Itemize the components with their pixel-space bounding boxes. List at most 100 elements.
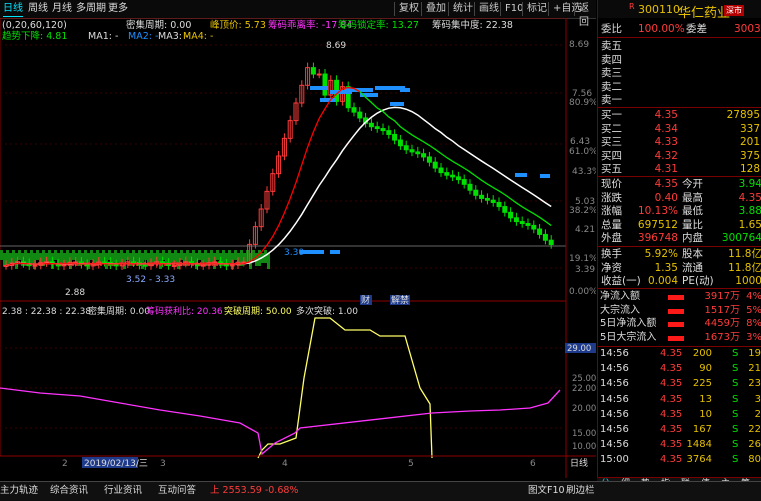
flow-label: 大宗流入 xyxy=(600,304,640,316)
fuquan-button[interactable]: 复权 xyxy=(394,2,419,16)
quote-row: 外盘 396748 内盘 300764 xyxy=(598,231,761,245)
sell-row: 卖二 xyxy=(598,80,761,94)
candle-body xyxy=(542,233,548,241)
quote-row: 总量 697512 量比 1.65 xyxy=(598,218,761,232)
overlay-button[interactable]: 叠加 xyxy=(421,2,446,16)
buy-price[interactable]: 4.32 xyxy=(655,149,678,163)
cai-marker[interactable]: 财 xyxy=(361,294,370,306)
candle-body xyxy=(32,264,38,267)
chip-bar xyxy=(12,250,15,263)
tab-more[interactable]: 更多 xyxy=(108,2,128,16)
candle-body xyxy=(386,130,392,135)
wei-cha-value: 30037 xyxy=(734,23,761,35)
chip-bar xyxy=(18,250,21,260)
candle-body xyxy=(415,151,421,155)
flow-row: 5日大宗流入 1673万 3% xyxy=(598,331,761,345)
candle-body xyxy=(73,261,79,264)
wei-bi-value: 100.00% xyxy=(638,23,685,35)
sell-label: 卖三 xyxy=(601,67,622,79)
back-button[interactable]: 返回 xyxy=(574,2,596,28)
ma-green-line xyxy=(342,86,552,227)
candle-body xyxy=(212,261,218,264)
buy-volume: 201 xyxy=(739,136,760,148)
status-item-main-track[interactable]: 主力轨迹 xyxy=(0,484,38,498)
trade-volume: 90 xyxy=(699,363,712,375)
flow-pct: 4% xyxy=(746,291,761,302)
quote-label: 最低 xyxy=(682,205,703,218)
stat-label: 换手 xyxy=(601,248,622,260)
trade-side: S xyxy=(732,348,739,359)
trade-row: 15:00 4.35 3764 S 80 xyxy=(598,454,761,467)
quote-label: 外盘 xyxy=(601,232,622,245)
blue-chip-bar xyxy=(330,250,340,254)
refresh-sidebar-button[interactable]: 刷边栏 xyxy=(566,484,595,498)
trade-time: 14:56 xyxy=(600,424,629,435)
candle-body xyxy=(450,174,456,178)
quote-panel: R 300110 华仁药业 深市 委比 100.00% 委差 30037 卖五卖… xyxy=(597,0,761,478)
stock-code: 300110 xyxy=(638,3,680,16)
quote-label: 涨跌 xyxy=(601,191,622,204)
buy-row: 买三 4.33 201 xyxy=(598,135,761,149)
tab-daily[interactable]: 日线 xyxy=(3,2,23,17)
trade-side: S xyxy=(732,439,739,451)
high-label: 8.69 xyxy=(326,41,346,51)
candle-body xyxy=(461,179,467,185)
trade-price: 4.35 xyxy=(660,439,683,451)
lower-axis-tick: 10.00 xyxy=(572,442,596,452)
buy-row: 买五 4.31 128 xyxy=(598,162,761,176)
flow-pct: 3% xyxy=(746,331,761,343)
wei-cha-label: 委差 xyxy=(686,23,707,35)
candle-body xyxy=(200,264,206,267)
lower-dense-period: 密集周期: 0.00 xyxy=(88,305,150,317)
wei-bi-row: 委比 100.00% 委差 30037 xyxy=(598,22,761,36)
quote-row: 涨跌 0.40 最高 4.35 xyxy=(598,191,761,205)
candle-body xyxy=(467,183,473,191)
lower-axis-tick: 20.00 xyxy=(572,404,596,414)
status-item-industry[interactable]: 行业资讯 xyxy=(104,484,142,498)
status-item-news[interactable]: 综合资讯 xyxy=(50,484,88,498)
stock-title-bar: R 300110 华仁药业 深市 xyxy=(598,0,761,21)
period-label[interactable]: 日线 xyxy=(570,457,588,469)
trade-count: 19 xyxy=(748,348,761,359)
lower-axis-tick: 15.00 xyxy=(572,429,596,439)
tab-monthly[interactable]: 月线 xyxy=(52,2,72,16)
trade-count: 80 xyxy=(748,454,761,466)
kline-chart[interactable]: 8.69 7.56 80.9% 6.43 61.0% 43.3% 5.03 38… xyxy=(0,18,596,478)
trade-volume: 225 xyxy=(692,378,712,390)
tab-multi-period[interactable]: 多周期 xyxy=(76,2,106,16)
buy-price[interactable]: 4.31 xyxy=(655,162,678,176)
trade-price: 4.35 xyxy=(660,424,683,435)
trade-time: 14:56 xyxy=(600,378,629,390)
xaxis-tick: 6 xyxy=(530,459,536,469)
status-item-qa[interactable]: 互动问答 xyxy=(158,484,196,498)
candle-body xyxy=(113,264,119,267)
buy-price[interactable]: 4.35 xyxy=(655,108,678,122)
trade-side: S xyxy=(732,378,739,390)
buy-price[interactable]: 4.33 xyxy=(655,135,678,149)
candle-body xyxy=(473,189,479,196)
quote-value: 1.65 xyxy=(738,218,761,231)
quote-label: 现价 xyxy=(601,178,622,190)
draw-line-button[interactable]: 画线 xyxy=(474,2,499,16)
wei-bi-label: 委比 xyxy=(601,23,622,35)
candle-body xyxy=(508,211,514,219)
sell-label: 卖一 xyxy=(601,94,622,106)
f10-button[interactable]: F10 xyxy=(500,2,523,16)
flow-pct: 8% xyxy=(746,318,761,329)
chip-bar xyxy=(234,250,237,260)
buy-price[interactable]: 4.34 xyxy=(655,122,678,136)
quote-value: 300764 xyxy=(721,232,761,245)
jiejin-marker[interactable]: 解禁 xyxy=(391,294,409,306)
tab-weekly[interactable]: 周线 xyxy=(28,2,48,16)
mark-button[interactable]: 标记 xyxy=(522,2,547,16)
f10-graphic-button[interactable]: 图文F10 xyxy=(528,484,565,498)
buy-label: 买四 xyxy=(601,149,622,162)
stats-button[interactable]: 统计 xyxy=(448,2,473,16)
trade-price: 4.35 xyxy=(660,393,683,405)
quote-row: 涨幅 10.13% 最低 3.88 xyxy=(598,204,761,218)
quote-row: 现价 4.35 今开 3.94 xyxy=(598,177,761,191)
flow-value: 1517万 xyxy=(704,304,740,316)
candle-body xyxy=(368,122,374,128)
pct-tick: 38.2% xyxy=(569,206,596,216)
sell-row: 卖五 xyxy=(598,39,761,53)
